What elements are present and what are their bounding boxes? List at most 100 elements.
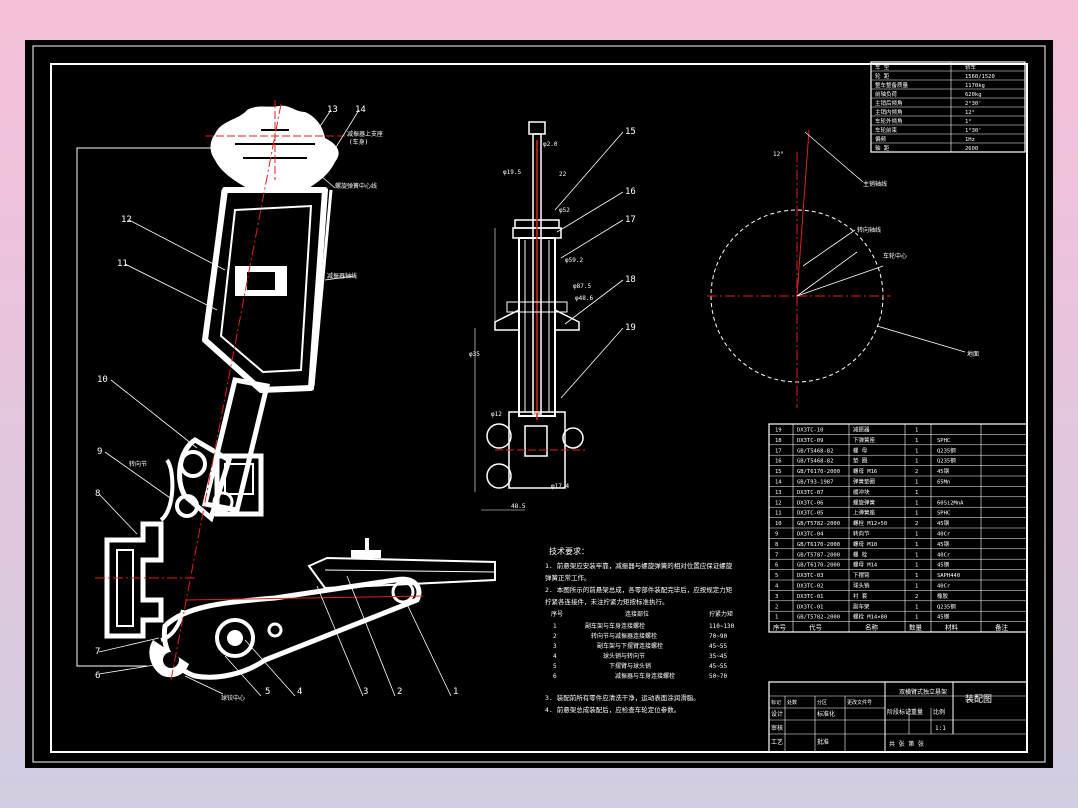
part-material: 45钢 [937, 613, 950, 621]
inner-border [50, 63, 1028, 753]
part-qty: 1 [915, 584, 918, 590]
part-no: 13 [775, 490, 782, 496]
parts-row: 17 GB/T5468-82 螺 母 1 Q235钢 [775, 446, 956, 454]
part-qty: 2 [915, 469, 918, 475]
spec-value: 1°30' [965, 128, 982, 134]
part-code: GB/T5782-2000 [797, 615, 840, 621]
drawing-name: 装配图 [965, 693, 992, 705]
parts-row: 11 DX3TC-05 上弹簧座 1 SPHC [775, 509, 950, 517]
parts-row: 2 DX3TC-01 副车架 1 Q235钢 [775, 602, 956, 610]
part-qty: 1 [915, 500, 918, 506]
callout-4: 4 [297, 687, 302, 697]
part-material: Q235钢 [937, 602, 956, 610]
spec-table: 车 型 轿车轮 距 1560/1520 整车整备质量 1170kg 前轴负荷 620kg 主销… [870, 61, 1026, 153]
parts-header-note: 备注 [995, 623, 1009, 632]
parts-row: 12 DX3TC-06 螺旋弹簧 1 60Si2MnA [775, 498, 964, 506]
callout-3: 3 [363, 687, 368, 697]
part-material: 40Cr [937, 552, 951, 558]
part-qty: 1 [915, 511, 918, 517]
callout-8: 8 [95, 489, 100, 499]
svg-text:φ48.6: φ48.6 [575, 295, 593, 302]
part-name: 螺 栓 [853, 550, 868, 558]
part-material: SPHC [937, 511, 950, 517]
left-suspension-view [76, 100, 496, 681]
spec-key: 车 型 [875, 63, 890, 71]
part-name: 螺栓 M12×50 [853, 519, 887, 527]
torque-row-part: 下摆臂与球头销 [609, 662, 651, 670]
part-material: 橡胶 [937, 592, 949, 600]
part-code: DX3TC-02 [797, 584, 824, 590]
parts-header-material: 材料 [945, 623, 959, 632]
spec-value: 620kg [965, 92, 982, 98]
svg-text:标准化: 标准化 [817, 710, 835, 718]
parts-row: 8 GB/T6170-2000 螺母 M10 1 45钢 [775, 540, 950, 548]
torque-rows: 1 副车架与车身连接螺栓 110~130 2 转向节与减振器连接螺栓 70~90 3 副车架与… [553, 622, 735, 680]
callout-5: 5 [265, 687, 270, 697]
svg-text:重量: 重量 [911, 708, 923, 716]
part-code: GB/T93-1987 [797, 480, 833, 486]
spec-value: 12° [965, 110, 975, 116]
torque-row-no: 3 [553, 643, 557, 650]
part-name: 螺母 M16 [853, 467, 877, 475]
svg-text:φ2.0: φ2.0 [543, 141, 558, 148]
part-name: 缓冲块 [853, 488, 870, 496]
part-qty: 1 [915, 428, 918, 434]
svg-text:拧紧各连接件，未注拧紧力矩按标准执行。: 拧紧各连接件，未注拧紧力矩按标准执行。 [545, 597, 669, 606]
spec-key: 主销后倾角 [875, 99, 903, 107]
part-qty: 2 [915, 594, 918, 600]
part-code: GB/T5468-82 [797, 448, 833, 454]
part-code: DX3TC-04 [797, 532, 824, 538]
label-upper-mount-sub: (车身) [349, 138, 368, 146]
parts-row: 5 DX3TC-03 下摆臂 1 SAPH440 [775, 571, 960, 579]
torque-row-value: 45~55 [709, 643, 727, 650]
svg-text:φ87.5: φ87.5 [573, 283, 591, 290]
torque-row-no: 6 [553, 673, 557, 680]
shock-absorber-view [474, 121, 585, 511]
callout-6: 6 [95, 671, 100, 681]
svg-text:设计: 设计 [771, 710, 783, 718]
outer-border [32, 45, 1046, 763]
spec-value: 轿车 [965, 63, 977, 71]
svg-text:2. 本图所示的前悬架总成，各零部件装配完毕后，应按规定力矩: 2. 本图所示的前悬架总成，各零部件装配完毕后，应按规定力矩 [545, 585, 733, 594]
part-no: 15 [775, 469, 782, 475]
part-no: 11 [775, 511, 782, 517]
part-qty: 1 [915, 573, 918, 579]
label-steering-axis: 转向轴线 [857, 226, 881, 234]
drawing-scale: 1:1 [935, 725, 946, 732]
callout-17: 17 [625, 215, 636, 225]
part-code: DX3TC-06 [797, 500, 824, 506]
part-no: 10 [775, 521, 782, 527]
svg-text:φ35: φ35 [469, 351, 480, 358]
part-no: 4 [775, 584, 779, 590]
callout-13: 13 [327, 105, 338, 115]
spec-value: 1170kg [965, 83, 985, 89]
svg-text:审核: 审核 [771, 724, 783, 732]
part-qty: 1 [915, 615, 918, 621]
part-code: DX3TC-09 [797, 438, 824, 444]
part-no: 6 [775, 563, 778, 569]
svg-text:阶段标记: 阶段标记 [887, 708, 911, 716]
left-callouts: 12 11 10 9 8 7 6 5 4 3 2 1 13 14 减振器上支座 … [95, 105, 458, 702]
torque-row-value: 35~45 [709, 653, 727, 660]
part-name: 转向节 [853, 530, 870, 538]
callout-2: 2 [397, 687, 402, 697]
drawing-sheet: 12 11 10 9 8 7 6 5 4 3 2 1 13 14 减振器上支座 … [25, 40, 1053, 768]
part-no: 5 [775, 573, 778, 579]
svg-text:弹簧正常工作。: 弹簧正常工作。 [545, 573, 591, 582]
part-no: 12 [775, 500, 782, 506]
spec-value: 1Hz [965, 137, 975, 143]
part-qty: 1 [915, 438, 918, 444]
svg-text:4. 前悬架总成装配后，应检查车轮定位参数。: 4. 前悬架总成装配后，应检查车轮定位参数。 [545, 705, 680, 714]
callout-18: 18 [625, 275, 636, 285]
svg-text:48.5: 48.5 [511, 503, 526, 510]
part-material: Q235钢 [937, 457, 956, 465]
parts-row: 7 GB/T5787-2000 螺 栓 1 40Cr [775, 550, 951, 558]
svg-text:φ19.5: φ19.5 [503, 169, 521, 176]
parts-row: 9 DX3TC-04 转向节 1 40Cr [775, 530, 951, 538]
svg-text:共 张 第 张: 共 张 第 张 [889, 740, 924, 748]
parts-row: 6 GB/T6170-2000 螺母 M14 1 45钢 [775, 561, 950, 569]
callout-7: 7 [95, 647, 100, 657]
part-qty: 2 [915, 521, 918, 527]
label-knuckle: 转向节 [129, 460, 147, 468]
part-material: 45钢 [937, 519, 950, 527]
